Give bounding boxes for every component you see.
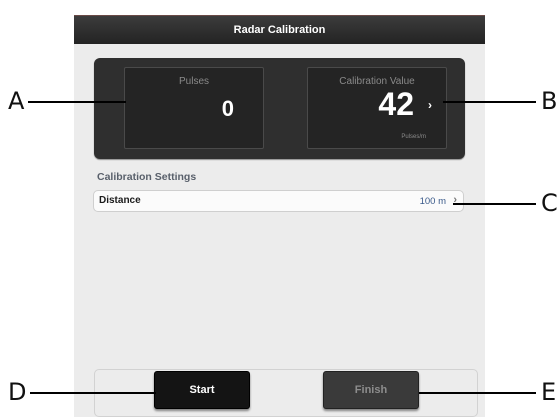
distance-row[interactable]: Distance 100 m › — [93, 190, 464, 212]
calibration-value-label: Calibration Value — [339, 76, 415, 87]
section-header-calibration-settings: Calibration Settings — [97, 171, 197, 183]
leader-line-a — [28, 101, 126, 103]
start-button[interactable]: Start — [154, 371, 250, 409]
calibration-value: 42 — [378, 86, 414, 122]
calibration-unit: Pulses/m — [401, 134, 426, 140]
callout-e: E — [541, 378, 557, 406]
leader-line-b — [443, 101, 536, 103]
distance-label: Distance — [99, 195, 141, 206]
callout-b: B — [541, 87, 558, 115]
pulses-label: Pulses — [178, 76, 209, 87]
pulses-value: 0 — [221, 96, 234, 121]
window-title: Radar Calibration — [233, 24, 326, 36]
leader-line-e — [419, 392, 536, 394]
pulses-tile: Pulses 0 — [124, 67, 264, 149]
callout-a: A — [8, 87, 25, 115]
radar-calibration-screen: Radar Calibration Pulses 0 Calibration V… — [74, 15, 485, 417]
leader-line-d — [30, 392, 156, 394]
readout-panel: Pulses 0 Calibration Value 42 › Pulses/m — [94, 58, 465, 159]
title-bar: Radar Calibration — [74, 15, 485, 44]
leader-line-c — [453, 203, 536, 205]
finish-button[interactable]: Finish — [323, 371, 419, 409]
distance-value: 100 m — [419, 196, 446, 207]
callout-c: C — [541, 189, 558, 217]
chevron-right-icon: › — [428, 98, 432, 112]
calibration-value-tile[interactable]: Calibration Value 42 › Pulses/m — [307, 67, 447, 149]
callout-d: D — [8, 378, 27, 406]
